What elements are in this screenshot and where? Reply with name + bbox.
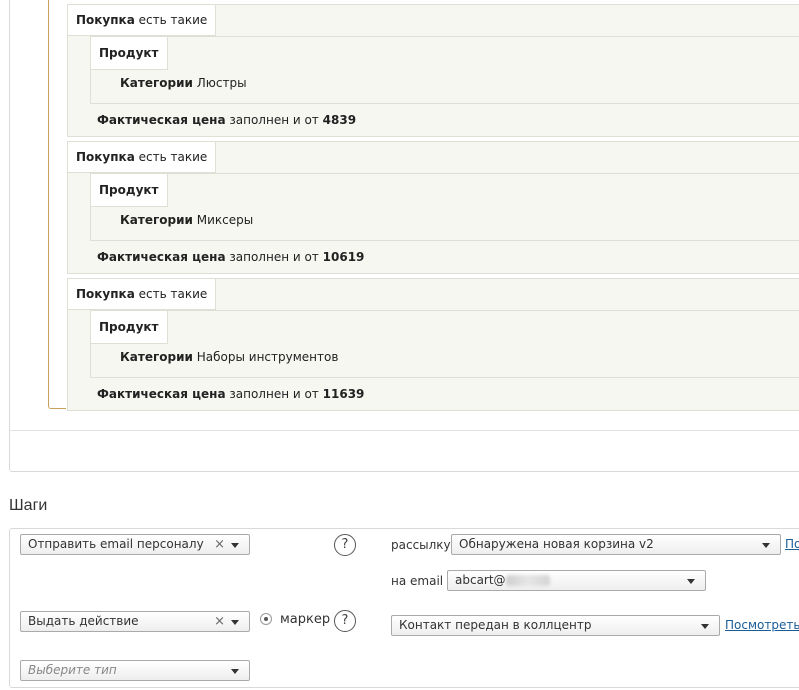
product-tab[interactable]: Продукт [91, 37, 168, 70]
chevron-down-icon [687, 579, 695, 584]
category-filter[interactable]: Категории Наборы инструментов [120, 350, 338, 364]
chevron-down-icon [231, 669, 239, 674]
action-select[interactable]: Контакт передан в коллцентр [391, 615, 720, 636]
email-value: abcart@ [455, 573, 506, 587]
mailing-value: Обнаружена новая корзина v2 [459, 537, 654, 551]
chevron-down-icon [762, 543, 770, 548]
price-filter[interactable]: Фактическая цена заполнен и от 11639 [97, 387, 364, 401]
step-type-select[interactable]: Выберите тип [20, 660, 250, 681]
price-filter[interactable]: Фактическая цена заполнен и от 10619 [97, 250, 364, 264]
email-select[interactable]: abcart@ [447, 570, 706, 591]
steps-heading: Шаги [9, 497, 48, 514]
email-label: на email [391, 574, 444, 588]
step-type-value: Отправить email персоналу [28, 537, 204, 551]
product-tab[interactable]: Продукт [91, 311, 168, 344]
mailing-select[interactable]: Обнаружена новая корзина v2 [451, 534, 781, 555]
marker-label: маркер [280, 612, 331, 627]
chevron-down-icon [231, 543, 239, 548]
step-type-select[interactable]: Отправить email персоналу × [20, 534, 250, 555]
chevron-down-icon [701, 624, 709, 629]
chevron-down-icon [231, 620, 239, 625]
clear-icon[interactable]: × [214, 535, 225, 554]
step-type-select[interactable]: Выдать действие × [20, 611, 250, 632]
product-condition: Продукт Категории Миксеры [90, 173, 799, 241]
view-mailing-link[interactable]: По [785, 537, 799, 551]
clear-icon[interactable]: × [214, 612, 225, 631]
product-condition: Продукт Категории Наборы инструментов [90, 310, 799, 378]
price-filter[interactable]: Фактическая цена заполнен и от 4839 [97, 113, 356, 127]
purchase-tab[interactable]: Покупка есть такие [68, 279, 217, 310]
help-icon[interactable]: ? [334, 534, 356, 556]
purchase-condition: Покупка есть такие Продукт Категории Люс… [67, 4, 799, 137]
purchase-tab[interactable]: Покупка есть такие [68, 142, 217, 173]
condition-group-bracket [48, 0, 66, 409]
category-filter[interactable]: Категории Миксеры [120, 213, 253, 227]
product-tab[interactable]: Продукт [91, 174, 168, 207]
mailing-label: рассылку [391, 538, 451, 552]
redacted-email-domain [505, 575, 550, 586]
product-condition: Продукт Категории Люстры [90, 36, 799, 104]
step-type-value: Выдать действие [28, 614, 139, 628]
view-action-link[interactable]: Посмотреть [725, 618, 799, 632]
marker-radio[interactable] [260, 613, 272, 625]
step-type-placeholder: Выберите тип [28, 663, 117, 677]
conditions-divider [9, 430, 799, 431]
help-icon[interactable]: ? [334, 610, 356, 632]
purchase-condition: Покупка есть такие Продукт Категории Мик… [67, 141, 799, 274]
purchase-condition: Покупка есть такие Продукт Категории Наб… [67, 278, 799, 411]
category-filter[interactable]: Категории Люстры [120, 76, 247, 90]
purchase-tab[interactable]: Покупка есть такие [68, 5, 217, 36]
action-value: Контакт передан в коллцентр [399, 618, 592, 632]
